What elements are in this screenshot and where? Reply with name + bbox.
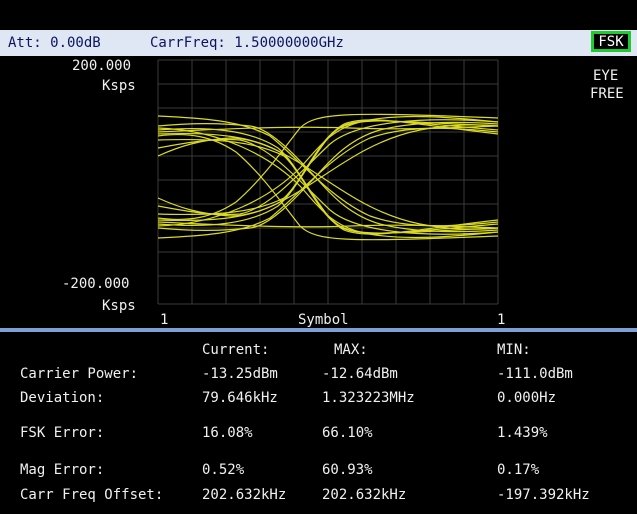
column-header-current: Current: [202, 342, 270, 358]
value-max: 202.632kHz [322, 487, 407, 503]
value-current: 79.646kHz [202, 390, 278, 406]
row-label: Carr Freq Offset: [20, 487, 164, 503]
value-min: -111.0dBm [497, 366, 573, 382]
row-label: FSK Error: [20, 425, 105, 441]
row-label: Mag Error: [20, 462, 105, 478]
eye-diagram-plot [157, 59, 499, 305]
x-axis-label: Symbol [298, 312, 349, 328]
value-current: 0.52% [202, 462, 245, 478]
value-min: -197.392kHz [497, 487, 590, 503]
carrier-frequency-readout: CarrFreq: 1.50000000GHz [150, 35, 344, 51]
value-current: 16.08% [202, 425, 253, 441]
value-max: 66.10% [322, 425, 373, 441]
x-axis-start: 1 [160, 312, 169, 328]
fsk-mode-badge[interactable]: FSK [591, 31, 631, 52]
column-header-max: MAX: [334, 342, 368, 358]
row-label: Carrier Power: [20, 366, 139, 382]
value-max: 1.323223MHz [322, 390, 415, 406]
value-current: -13.25dBm [202, 366, 278, 382]
results-table: Current: MAX: MIN: Carrier Power: -13.25… [0, 332, 637, 514]
value-current: 202.632kHz [202, 487, 287, 503]
eye-diagram-panel: 200.000 Ksps -200.000 Ksps EYE FREE 1 Sy… [0, 56, 637, 328]
value-min: 0.17% [497, 462, 540, 478]
x-axis-end: 1 [497, 312, 506, 328]
value-max: -12.64dBm [322, 366, 398, 382]
value-max: 60.93% [322, 462, 373, 478]
value-min: 1.439% [497, 425, 548, 441]
top-blank-strip [0, 0, 637, 30]
row-label: Deviation: [20, 390, 105, 406]
attenuation-readout: Att: 0.00dB [8, 35, 101, 51]
column-header-min: MIN: [497, 342, 531, 358]
value-min: 0.000Hz [497, 390, 557, 406]
status-bar: Att: 0.00dB CarrFreq: 1.50000000GHz [0, 30, 637, 56]
